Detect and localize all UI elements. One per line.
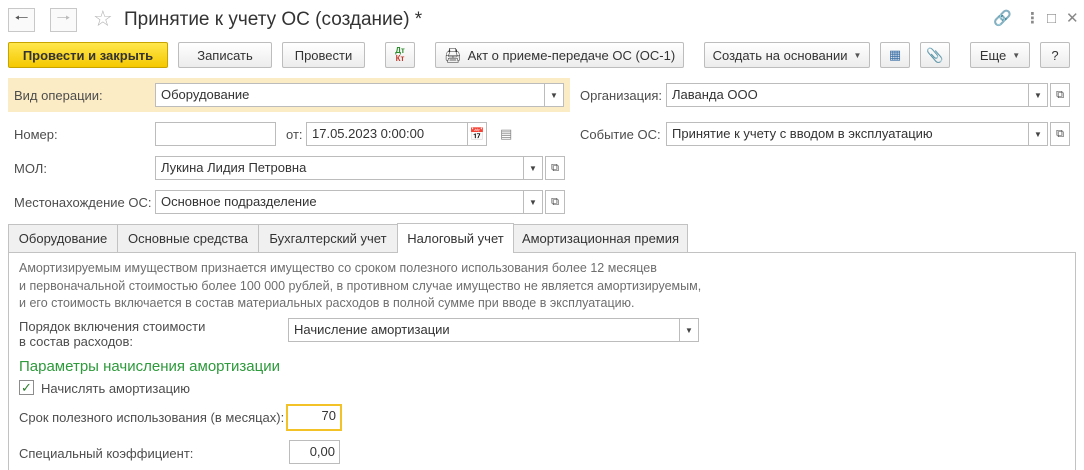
accrue-depreciation-checkbox[interactable]: ✓: [19, 380, 34, 395]
location-field[interactable]: Основное подразделение: [155, 190, 524, 214]
chevron-down-icon: ▼: [529, 163, 537, 173]
post-label: Провести: [294, 47, 353, 63]
kt-label: Кт: [395, 54, 405, 63]
number-field[interactable]: [155, 122, 276, 146]
help-button[interactable]: ?: [1040, 42, 1070, 68]
tab-accounting[interactable]: Бухгалтерский учет: [258, 224, 398, 252]
structure-icon: ▦: [888, 47, 902, 62]
organization-field[interactable]: Лаванда ООО: [666, 83, 1029, 107]
create-based-on-button[interactable]: Создать на основании ▼: [704, 42, 870, 68]
chevron-down-icon: ▼: [1012, 50, 1021, 60]
open-icon: ⧉: [1056, 88, 1064, 101]
post-button[interactable]: Провести: [282, 42, 365, 68]
chevron-down-icon: ▼: [1034, 129, 1042, 139]
organization-open-button[interactable]: ⧉: [1050, 83, 1070, 107]
expense-order-label-line: Порядок включения стоимости: [19, 319, 206, 334]
arrow-right-icon: 🠒: [56, 9, 71, 27]
save-label: Записать: [197, 47, 253, 63]
open-icon: ⧉: [551, 161, 559, 174]
arrow-left-icon: 🠐: [14, 9, 29, 27]
tab-equipment[interactable]: Оборудование: [8, 224, 118, 252]
structure-button[interactable]: ▦: [880, 42, 910, 68]
location-label: Местонахождение ОС:: [14, 195, 152, 210]
special-coef-input[interactable]: 0,00: [289, 440, 340, 464]
tab-fixed-assets[interactable]: Основные средства: [117, 224, 259, 252]
post-and-close-button[interactable]: Провести и закрыть: [8, 42, 168, 68]
open-icon: ⧉: [551, 195, 559, 208]
date-from-label: от:: [286, 127, 303, 142]
mol-dropdown-button[interactable]: ▼: [523, 156, 543, 180]
expense-order-field[interactable]: Начисление амортизации: [288, 318, 680, 342]
print-act-label: Акт о приеме-передаче ОС (ОС-1): [467, 47, 676, 63]
dt-kt-button[interactable]: Дт Кт: [385, 42, 415, 68]
date-field[interactable]: 17.05.2023 0:00:00: [306, 122, 468, 146]
event-label: Событие ОС:: [580, 127, 661, 142]
mol-label: МОЛ:: [14, 161, 47, 176]
organization-label: Организация:: [580, 88, 663, 103]
printer-icon: 🖨: [443, 46, 462, 63]
info-text: Амортизируемым имуществом признается иму…: [19, 260, 701, 313]
paperclip-icon: 📎: [926, 46, 944, 63]
number-label: Номер:: [14, 127, 58, 142]
event-field[interactable]: Принятие к учету с вводом в эксплуатацию: [666, 122, 1029, 146]
info-line: и первоначальной стоимостью более 100 00…: [19, 278, 702, 293]
tab-label: Налоговый учет: [407, 231, 504, 246]
operation-type-field[interactable]: Оборудование: [155, 83, 545, 107]
more-vertical-icon[interactable]: ⋮: [1025, 10, 1040, 28]
expense-order-label: Порядок включения стоимости в состав рас…: [19, 319, 205, 349]
expense-order-label-line: в состав расходов:: [19, 334, 134, 349]
operation-type-label: Вид операции:: [14, 88, 103, 103]
calendar-icon: 📅: [469, 127, 485, 141]
operation-type-dropdown-button[interactable]: ▼: [544, 83, 564, 107]
page-title: Принятие к учету ОС (создание) *: [124, 9, 423, 30]
event-open-button[interactable]: ⧉: [1050, 122, 1070, 146]
accrue-depreciation-label[interactable]: Начислять амортизацию: [41, 381, 190, 396]
print-act-button[interactable]: 🖨 Акт о приеме-передаче ОС (ОС-1): [435, 42, 684, 68]
expense-order-dropdown-button[interactable]: ▼: [679, 318, 699, 342]
location-dropdown-button[interactable]: ▼: [523, 190, 543, 214]
tab-tax-accounting[interactable]: Налоговый учет: [397, 223, 514, 253]
chevron-down-icon: ▼: [550, 90, 558, 100]
mol-field[interactable]: Лукина Лидия Петровна: [155, 156, 524, 180]
chevron-down-icon: ▼: [529, 197, 537, 207]
event-dropdown-button[interactable]: ▼: [1028, 122, 1048, 146]
open-icon: ⧉: [1056, 127, 1064, 140]
create-based-on-label: Создать на основании: [712, 47, 848, 63]
help-label: ?: [1051, 47, 1059, 63]
comment-icon[interactable]: ▤: [500, 126, 512, 142]
calendar-button[interactable]: 📅: [467, 122, 487, 146]
info-line: Амортизируемым имуществом признается иму…: [19, 261, 657, 275]
useful-life-label: Срок полезного использования (в месяцах)…: [19, 410, 285, 425]
more-label: Еще: [979, 47, 1007, 63]
dt-kt-icon: Дт Кт: [395, 47, 405, 63]
forward-button[interactable]: 🠒: [50, 8, 77, 32]
tab-label: Амортизационная премия: [521, 231, 680, 246]
special-coef-label: Специальный коэффициент:: [19, 446, 194, 461]
chevron-down-icon: ▼: [685, 325, 693, 335]
post-and-close-label: Провести и закрыть: [22, 47, 154, 63]
organization-dropdown-button[interactable]: ▼: [1028, 83, 1048, 107]
tab-label: Основные средства: [128, 231, 248, 246]
section-title: Параметры начисления амортизации: [19, 358, 280, 375]
tab-depreciation-bonus[interactable]: Амортизационная премия: [513, 224, 688, 252]
location-open-button[interactable]: ⧉: [545, 190, 565, 214]
tab-label: Оборудование: [18, 231, 108, 246]
chevron-down-icon: ▼: [853, 50, 862, 60]
checkmark-icon: ✓: [21, 379, 32, 395]
favorite-star-icon[interactable]: ☆: [93, 7, 113, 31]
attach-button[interactable]: 📎: [920, 42, 950, 68]
back-button[interactable]: 🠐: [8, 8, 35, 32]
tab-label: Бухгалтерский учет: [269, 231, 387, 246]
useful-life-input[interactable]: 70: [286, 404, 342, 431]
info-line: и его стоимость включается в состав мате…: [19, 296, 635, 310]
save-button[interactable]: Записать: [178, 42, 272, 68]
mol-open-button[interactable]: ⧉: [545, 156, 565, 180]
close-icon[interactable]: ✕: [1066, 10, 1079, 28]
more-button[interactable]: Еще ▼: [970, 42, 1030, 68]
chevron-down-icon: ▼: [1034, 90, 1042, 100]
maximize-icon[interactable]: □: [1047, 10, 1056, 28]
link-icon[interactable]: 🔗: [993, 10, 1012, 28]
